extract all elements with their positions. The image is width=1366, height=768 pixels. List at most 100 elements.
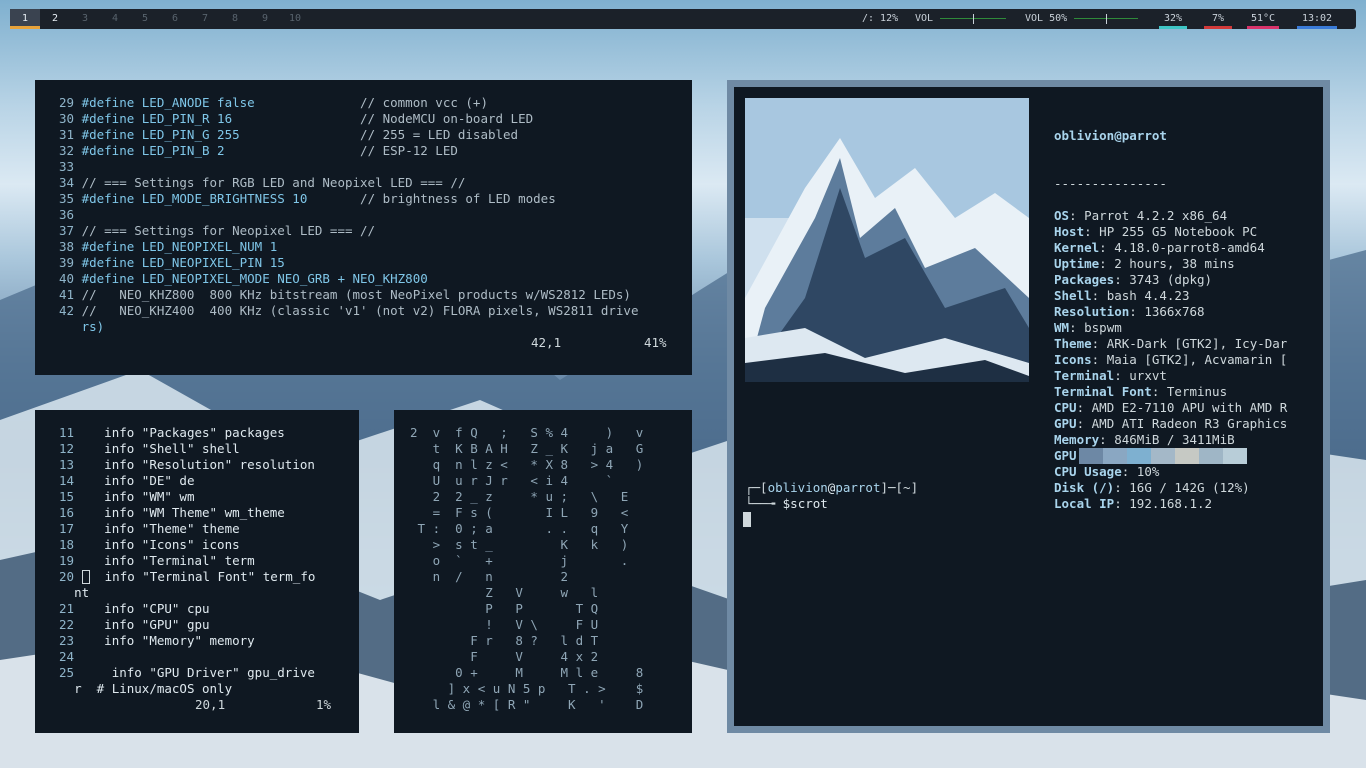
neofetch-field: Icons: Maia [GTK2], Acvamarin [	[1054, 352, 1288, 367]
field-value: Parrot 4.2.2 x86_64	[1084, 208, 1228, 223]
workspace-10[interactable]: 10	[280, 9, 310, 29]
line-number: 35	[59, 191, 82, 206]
code-line: 22 info "GPU" gpu	[59, 617, 315, 633]
code-text: #define LED_NEOPIXEL_NUM 1	[81, 239, 278, 254]
line-number: 30	[59, 111, 82, 126]
code-comment: // common vcc (+)	[360, 95, 488, 110]
color-swatch	[1151, 448, 1175, 464]
workspace-1[interactable]: 1	[10, 9, 40, 29]
line-number: 39	[59, 255, 82, 270]
code-line: 38 #define LED_NEOPIXEL_NUM 1	[59, 239, 638, 255]
neofetch-field: WM: bspwm	[1054, 320, 1122, 335]
workspace-7[interactable]: 7	[190, 9, 220, 29]
field-value: 4.18.0-parrot8-amd64	[1114, 240, 1265, 255]
neofetch-image	[745, 98, 1029, 382]
workspace-8[interactable]: 8	[220, 9, 250, 29]
color-swatch	[1223, 448, 1247, 464]
line-number: 40	[59, 271, 82, 286]
code-text: info "CPU" cpu	[104, 601, 210, 616]
temperature: 51°C	[1243, 9, 1283, 29]
matrix-row: o ` + j .	[410, 553, 644, 568]
workspace-4[interactable]: 4	[100, 9, 130, 29]
code-text: info "Packages" packages	[104, 425, 285, 440]
code-line: 13 info "Resolution" resolution	[59, 457, 315, 473]
line-number: 36	[59, 207, 82, 222]
color-swatch	[1127, 448, 1151, 464]
field-key: Theme	[1054, 336, 1092, 351]
field-value: ARK-Dark [GTK2], Icy-Dar	[1106, 336, 1288, 351]
line-number: 24	[59, 649, 75, 664]
memory-usage: 7%	[1200, 9, 1236, 29]
vim-cursor	[81, 570, 90, 584]
workspace-5[interactable]: 5	[130, 9, 160, 29]
field-value: urxvt	[1129, 368, 1167, 383]
vim-window-config[interactable]: 29 #define LED_ANODE false // common vcc…	[35, 80, 692, 375]
field-value: 1366x768	[1144, 304, 1205, 319]
cmatrix-window[interactable]: 2 v f Q ; S % 4 ) v t K B A H Z _ K j a …	[394, 410, 692, 733]
line-number: 38	[59, 239, 82, 254]
line-number	[59, 681, 74, 696]
workspace-6[interactable]: 6	[160, 9, 190, 29]
neofetch-field: OS: Parrot 4.2.2 x86_64	[1054, 208, 1228, 223]
code-text: #define LED_PIN_G 255	[81, 127, 240, 142]
vim-buffer[interactable]: 29 #define LED_ANODE false // common vcc…	[59, 95, 638, 335]
code-text: info "Terminal Font" term_fo	[104, 569, 316, 584]
vim-ruler-percent-2: 1%	[316, 697, 332, 712]
field-value: 16G / 142G (12%)	[1129, 480, 1250, 495]
clock: 13:02	[1293, 9, 1341, 29]
workspace-3[interactable]: 3	[70, 9, 100, 29]
matrix-row: n / n 2	[410, 569, 644, 584]
neofetch-field: Terminal Font: Terminus	[1054, 384, 1228, 399]
prompt-host: parrot	[835, 480, 881, 495]
code-line: 18 info "Icons" icons	[59, 537, 315, 553]
field-key: Disk (/)	[1054, 480, 1115, 495]
prompt-command[interactable]: $scrot	[783, 496, 828, 511]
line-number: 23	[59, 633, 75, 648]
line-number: 32	[59, 143, 82, 158]
code-text: #define LED_MODE_BRIGHTNESS 10	[81, 191, 308, 206]
line-number: 20	[59, 569, 75, 584]
vim-buffer-2[interactable]: 11 info "Packages" packages 12 info "Shel…	[59, 425, 315, 697]
line-number	[59, 585, 74, 600]
vim-window-neofetch-config[interactable]: 11 info "Packages" packages 12 info "Shel…	[35, 410, 359, 733]
code-text: // NEO_KHZ800 800 KHz bitstream (most Ne…	[81, 287, 631, 302]
volume-slider-2-knob[interactable]	[1106, 14, 1107, 24]
line-number: 12	[59, 441, 75, 456]
matrix-row: F V 4 x 2	[410, 649, 644, 664]
line-number: 14	[59, 473, 75, 488]
matrix-row: q n l z < * X 8 > 4 )	[410, 457, 644, 472]
field-key: OS	[1054, 208, 1070, 223]
code-text: info "Theme" theme	[104, 521, 240, 536]
shell-prompt: ┌─[oblivion@parrot]─[~] └──╼ $scrot	[745, 480, 918, 512]
code-line: 12 info "Shell" shell	[59, 441, 315, 457]
volume-percent-label: VOL 50%	[1025, 13, 1068, 24]
clock-value: 13:02	[1301, 13, 1333, 24]
workspace-2[interactable]: 2	[40, 9, 70, 29]
code-line: rs)	[59, 319, 638, 335]
code-line: 42 // NEO_KHZ400 400 KHz (classic 'v1' (…	[59, 303, 638, 319]
cpu-usage-value: 32%	[1163, 13, 1183, 24]
code-line: 20 info "Terminal Font" term_fo	[59, 569, 315, 585]
color-swatch	[1103, 448, 1127, 464]
field-key: Local IP	[1054, 496, 1115, 511]
code-line: 35 #define LED_MODE_BRIGHTNESS 10 // bri…	[59, 191, 638, 207]
temperature-underline	[1247, 26, 1279, 29]
workspace-9[interactable]: 9	[250, 9, 280, 29]
code-line: 19 info "Terminal" term	[59, 553, 315, 569]
code-line: r # Linux/macOS only	[59, 681, 315, 697]
neofetch-title: oblivion@parrot	[1054, 128, 1167, 143]
code-line: 33	[59, 159, 638, 175]
code-line: 40 #define LED_NEOPIXEL_MODE NEO_GRB + N…	[59, 271, 638, 287]
line-number: 18	[59, 537, 75, 552]
memory-underline	[1204, 26, 1232, 29]
code-text: info "Icons" icons	[104, 537, 240, 552]
field-key: Icons	[1054, 352, 1092, 367]
line-number: 17	[59, 521, 75, 536]
code-text: // === Settings for Neopixel LED === //	[81, 223, 376, 238]
vim-ruler-percent: 41%	[644, 335, 667, 350]
prompt-open: ┌─[	[745, 480, 768, 495]
volume-slider-knob[interactable]	[973, 14, 974, 24]
neofetch-field: Resolution: 1366x768	[1054, 304, 1205, 319]
field-value: 846MiB / 3411MiB	[1114, 432, 1235, 447]
code-text: #define LED_PIN_B 2	[81, 143, 225, 158]
